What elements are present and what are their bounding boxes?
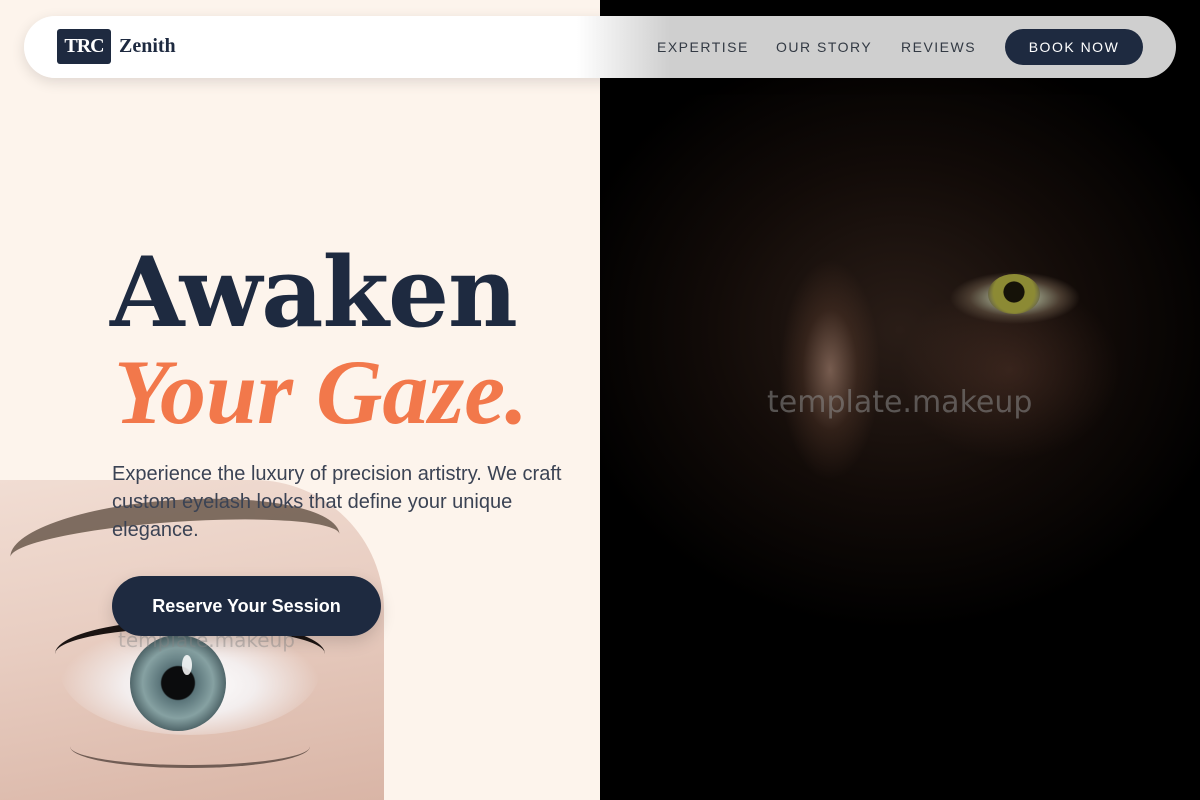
site-header: TRC Zenith EXPERTISE OUR STORY REVIEWS B… xyxy=(24,16,1176,78)
nav-expertise[interactable]: EXPERTISE xyxy=(657,39,749,55)
portrait-iris xyxy=(988,274,1040,314)
logo-mark: TRC xyxy=(57,29,111,64)
hero-portrait-image: template.makeup xyxy=(600,0,1200,800)
book-now-button[interactable]: BOOK NOW xyxy=(1005,29,1143,65)
hero-title-line1: Awaken xyxy=(110,236,518,349)
hero-title-line2: Your Gaze. xyxy=(114,341,529,443)
image-watermark: template.makeup xyxy=(767,385,1033,420)
nav-our-story[interactable]: OUR STORY xyxy=(776,39,872,55)
reserve-session-button[interactable]: Reserve Your Session xyxy=(112,576,381,636)
brand-logo[interactable]: TRC Zenith xyxy=(57,29,176,64)
eye-glint xyxy=(182,655,192,675)
nav-reviews[interactable]: REVIEWS xyxy=(901,39,976,55)
hero-description: Experience the luxury of precision artis… xyxy=(112,463,562,541)
face-highlight xyxy=(770,260,890,490)
logo-text: Zenith xyxy=(119,35,176,57)
lower-eyelashes xyxy=(70,725,310,768)
